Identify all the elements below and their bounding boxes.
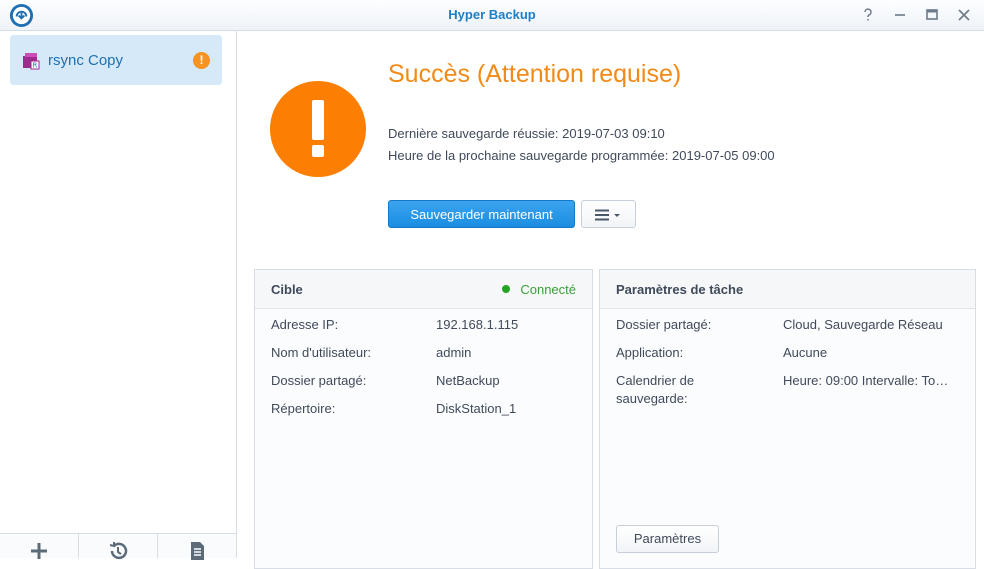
title-bar: Hyper Backup	[0, 0, 984, 31]
help-icon[interactable]	[858, 5, 878, 25]
status-dot-icon	[502, 285, 511, 293]
task-settings-header: Paramètres de tâche	[600, 270, 975, 309]
warning-status-icon	[270, 81, 366, 177]
status-title: Succès (Attention requise)	[388, 60, 682, 88]
sidebar: R rsync Copy !	[0, 31, 237, 560]
task-item-rsync-copy[interactable]: R rsync Copy !	[10, 35, 222, 85]
last-backup-text: Dernière sauvegarde réussie: 2019-07-03 …	[388, 126, 665, 141]
menu-dropdown-icon	[595, 209, 620, 221]
target-panel-header: Cible Connecté	[255, 270, 592, 309]
shared-folder-value: NetBackup	[436, 373, 500, 388]
task-label: rsync Copy	[48, 52, 124, 69]
maximize-icon[interactable]	[922, 5, 942, 25]
svg-text:R: R	[33, 62, 38, 70]
task-shared-folder-label: Dossier partagé:	[616, 317, 712, 332]
action-menu-button[interactable]	[581, 200, 636, 228]
schedule-label: Calendrier de sauvegarde:	[616, 373, 695, 406]
task-shared-folder-value: Cloud, Sauvegarde Réseau	[783, 317, 943, 332]
username-label: Nom d'utilisateur:	[271, 345, 372, 360]
history-icon	[109, 542, 128, 560]
log-button[interactable]	[158, 534, 236, 560]
window-title: Hyper Backup	[448, 7, 536, 22]
backup-now-button[interactable]: Sauvegarder maintenant	[388, 200, 575, 228]
restore-button[interactable]	[79, 534, 158, 560]
sidebar-toolbar	[0, 533, 236, 560]
schedule-value: Heure: 09:00 Intervalle: Tous les jours	[783, 373, 951, 388]
connection-status: Connecté	[502, 282, 576, 297]
ip-label: Adresse IP:	[271, 317, 339, 332]
minimize-icon[interactable]	[890, 5, 910, 25]
document-icon	[191, 542, 204, 560]
target-panel-title: Cible	[271, 282, 303, 297]
close-icon[interactable]	[954, 5, 974, 25]
directory-value: DiskStation_1	[436, 401, 517, 416]
application-value: Aucune	[783, 345, 828, 360]
plus-icon	[31, 543, 47, 559]
ip-value: 192.168.1.115	[436, 317, 519, 332]
rsync-task-icon: R	[23, 53, 40, 70]
target-panel: Cible Connecté Adresse IP: 192.168.1.115…	[254, 269, 593, 569]
application-label: Application:	[616, 345, 684, 360]
settings-button[interactable]: Paramètres	[616, 525, 719, 553]
task-settings-panel: Paramètres de tâche Dossier partagé: Clo…	[599, 269, 976, 569]
add-task-button[interactable]	[0, 534, 79, 559]
username-value: admin	[436, 345, 472, 360]
shared-folder-label: Dossier partagé:	[271, 373, 367, 388]
warning-badge-icon: !	[193, 52, 210, 69]
next-backup-text: Heure de la prochaine sauvegarde program…	[388, 148, 775, 163]
directory-label: Répertoire:	[271, 401, 336, 416]
task-settings-title: Paramètres de tâche	[616, 282, 744, 297]
